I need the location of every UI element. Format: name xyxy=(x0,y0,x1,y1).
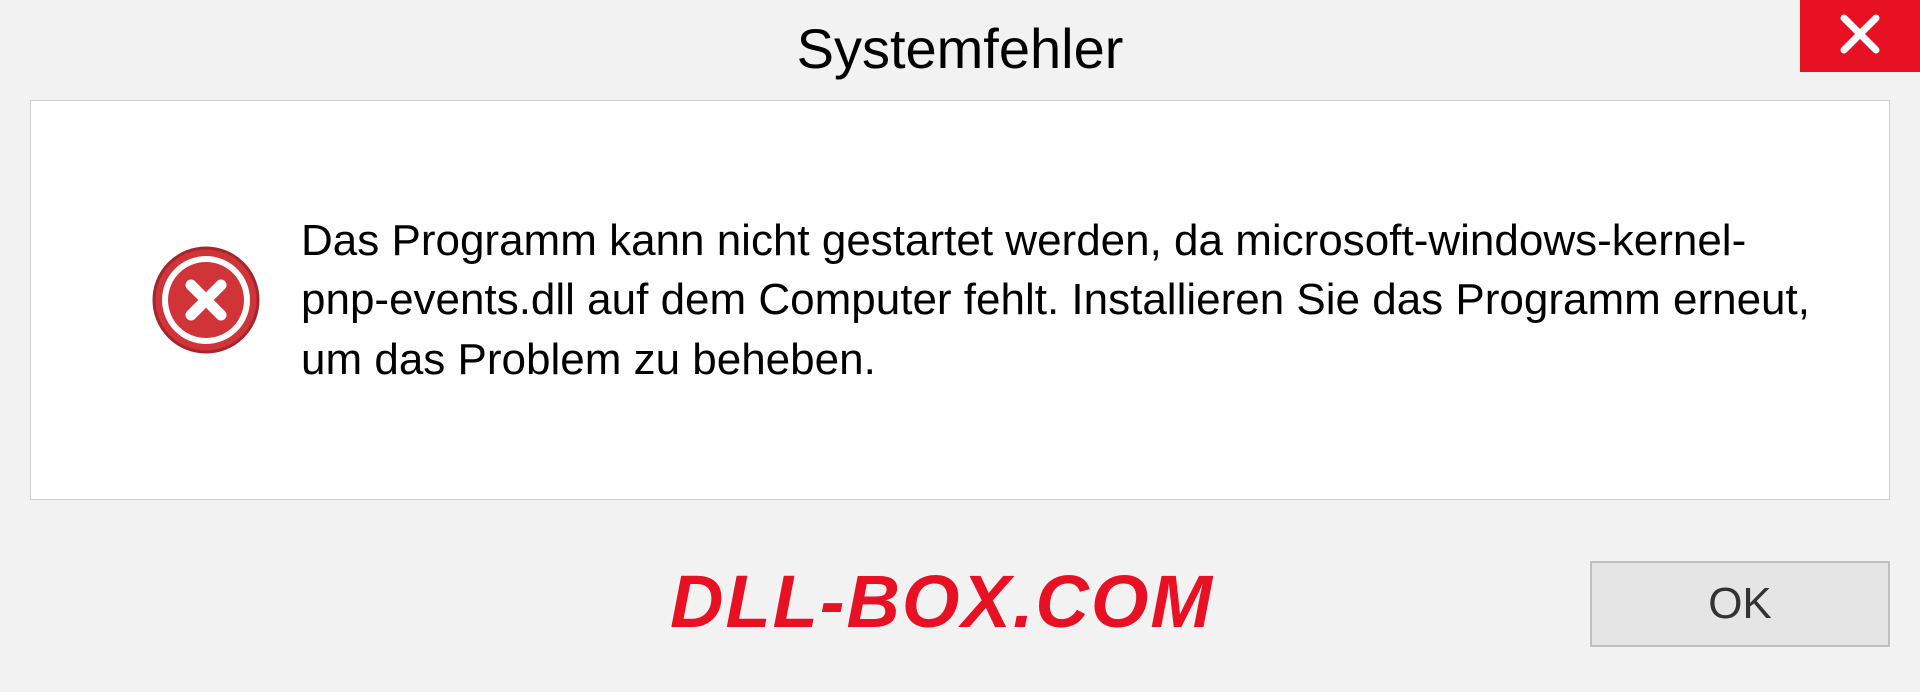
dialog-footer: DLL-BOX.COM OK xyxy=(30,544,1890,664)
error-message: Das Programm kann nicht gestartet werden… xyxy=(301,211,1819,389)
dialog-title: Systemfehler xyxy=(797,16,1124,81)
titlebar: Systemfehler xyxy=(0,0,1920,96)
ok-button[interactable]: OK xyxy=(1590,561,1890,647)
error-icon xyxy=(151,245,261,355)
ok-button-label: OK xyxy=(1708,579,1772,629)
close-icon xyxy=(1838,12,1882,61)
content-panel: Das Programm kann nicht gestartet werden… xyxy=(30,100,1890,500)
close-button[interactable] xyxy=(1800,0,1920,72)
watermark-text: DLL-BOX.COM xyxy=(670,559,1214,644)
error-dialog: Systemfehler Das Programm kann nicht ges… xyxy=(0,0,1920,692)
